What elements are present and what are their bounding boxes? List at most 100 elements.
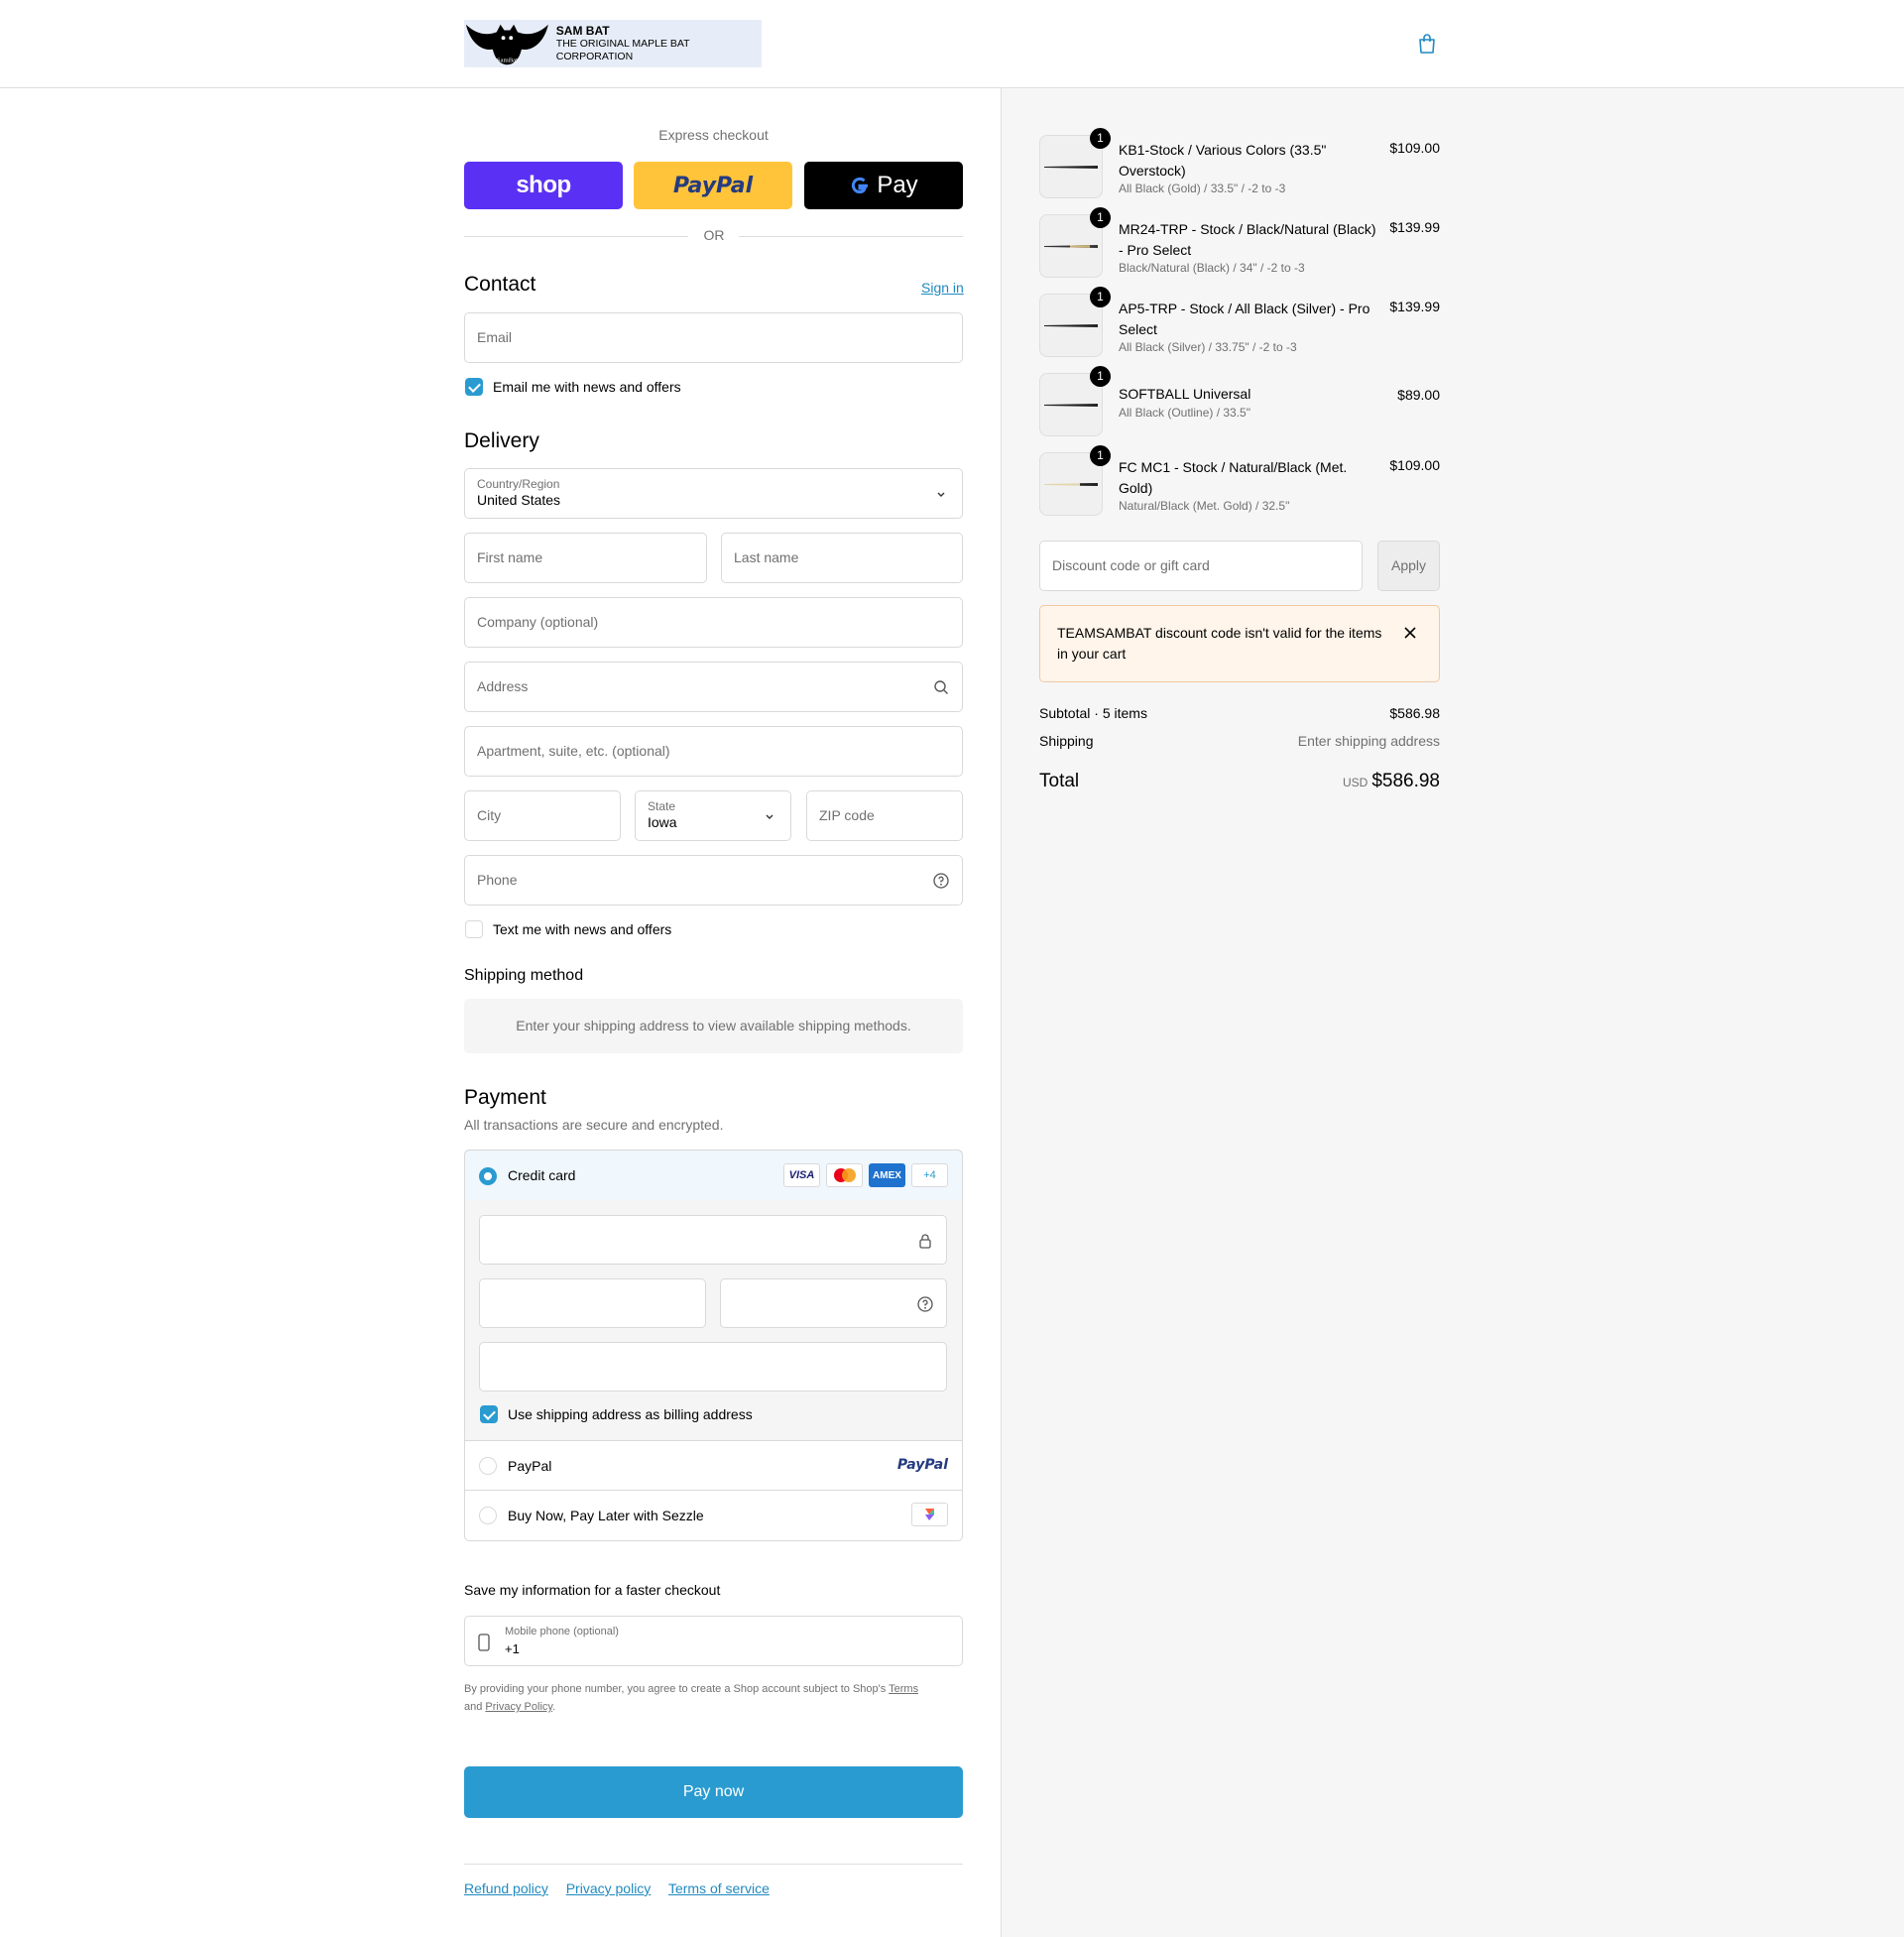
shop-pay-label: shop <box>516 172 571 198</box>
first-name-field[interactable]: First name <box>464 533 707 583</box>
shopping-bag-icon[interactable] <box>1416 33 1438 55</box>
legal-period: . <box>552 1701 556 1713</box>
company-field[interactable]: Company (optional) <box>464 597 963 648</box>
country-label: Country/Region <box>477 477 560 491</box>
sezzle-option[interactable]: Buy Now, Pay Later with Sezzle <box>465 1491 962 1540</box>
total-amount: USD $586.98 <box>1343 771 1440 792</box>
total-value: $586.98 <box>1371 771 1440 791</box>
paypal-express-button[interactable]: PayPal <box>634 162 792 209</box>
credit-card-label: Credit card <box>508 1167 576 1183</box>
logo-script: SamBat <box>497 57 518 63</box>
shipping-value: Enter shipping address <box>1297 733 1440 749</box>
billing-address-label: Use shipping address as billing address <box>508 1406 753 1422</box>
page-header: SamBat SAM BAT THE ORIGINAL MAPLE BAT CO… <box>0 0 1904 88</box>
shipping-label: Shipping <box>1039 733 1094 749</box>
product-price: $89.00 <box>1397 387 1440 403</box>
state-select[interactable]: State Iowa <box>635 790 791 841</box>
quantity-badge: 1 <box>1090 287 1111 307</box>
sam-bat-logo[interactable]: SamBat SAM BAT THE ORIGINAL MAPLE BAT CO… <box>464 20 762 67</box>
sign-in-link[interactable]: Sign in <box>921 280 964 296</box>
phone-placeholder: Phone <box>477 872 518 888</box>
privacy-policy-link[interactable]: Privacy policy <box>566 1880 652 1896</box>
help-circle-icon[interactable] <box>916 1295 934 1313</box>
terms-of-service-link[interactable]: Terms of service <box>668 1880 770 1896</box>
address-field[interactable]: Address <box>464 662 963 712</box>
mastercard-logo <box>826 1163 863 1187</box>
product-name: FC MC1 - Stock / Natural/Black (Met. Gol… <box>1119 459 1348 496</box>
subtotal-row: Subtotal · 5 items $586.98 <box>1039 705 1440 721</box>
email-field[interactable]: Email <box>464 312 963 363</box>
sezzle-option-label: Buy Now, Pay Later with Sezzle <box>508 1508 704 1523</box>
paypal-radio[interactable] <box>479 1457 497 1475</box>
card-number-field[interactable] <box>479 1215 947 1265</box>
quantity-badge: 1 <box>1090 128 1111 149</box>
phone-field[interactable]: Phone <box>464 855 963 906</box>
refund-policy-link[interactable]: Refund policy <box>464 1880 548 1896</box>
email-news-checkbox[interactable] <box>465 378 483 396</box>
footer-divider <box>464 1864 963 1865</box>
subtotal-value: $586.98 <box>1389 705 1440 721</box>
product-name: SOFTBALL Universal <box>1119 386 1251 402</box>
name-on-card-field[interactable] <box>479 1342 947 1392</box>
expiration-date-field[interactable] <box>479 1278 706 1328</box>
lock-icon <box>919 1234 931 1249</box>
state-label: State <box>648 799 676 813</box>
total-row: Total USD $586.98 <box>1039 771 1440 792</box>
apply-discount-button[interactable]: Apply <box>1377 541 1440 591</box>
zip-placeholder: ZIP code <box>819 807 875 823</box>
close-icon[interactable] <box>1403 626 1417 640</box>
shop-terms-link[interactable]: Terms <box>889 1683 918 1695</box>
subtotal-label: Subtotal · 5 items <box>1039 705 1147 721</box>
product-price: $139.99 <box>1389 299 1440 314</box>
sezzle-radio[interactable] <box>479 1507 497 1524</box>
product-price: $139.99 <box>1389 219 1440 235</box>
delivery-heading: Delivery <box>464 429 539 452</box>
google-g-icon <box>852 177 869 194</box>
security-code-field[interactable] <box>720 1278 947 1328</box>
mobile-phone-value: +1 <box>505 1641 520 1656</box>
last-name-field[interactable]: Last name <box>721 533 963 583</box>
shop-privacy-link[interactable]: Privacy Policy <box>485 1701 552 1713</box>
footer-links: Refund policy Privacy policy Terms of se… <box>464 1880 783 1896</box>
mastercard-icon <box>833 1168 856 1182</box>
billing-address-checkbox[interactable] <box>480 1405 498 1423</box>
credit-card-radio[interactable] <box>479 1167 497 1185</box>
product-variant: All Black (Silver) / 33.75" / -2 to -3 <box>1119 340 1297 354</box>
country-select[interactable]: Country/Region United States <box>464 468 963 519</box>
city-placeholder: City <box>477 807 502 823</box>
or-divider-text: OR <box>703 227 725 243</box>
cart-item: 1 AP5-TRP - Stock / All Black (Silver) -… <box>1039 287 1440 359</box>
sezzle-logo <box>911 1503 948 1526</box>
cart-item: 1 SOFTBALL Universal All Black (Outline)… <box>1039 366 1440 438</box>
mobile-phone-label: Mobile phone (optional) <box>505 1626 619 1637</box>
chevron-down-icon <box>766 814 774 819</box>
cart-item: 1 KB1-Stock / Various Colors (33.5" Over… <box>1039 128 1440 200</box>
text-news-checkbox[interactable] <box>465 920 483 938</box>
paypal-option[interactable]: PayPal PayPal <box>465 1441 962 1491</box>
amex-text: AMEX <box>873 1169 901 1181</box>
shop-pay-button[interactable]: shop <box>464 162 623 209</box>
express-checkout-label: Express checkout <box>658 127 769 143</box>
country-value: United States <box>477 492 561 508</box>
pay-now-button[interactable]: Pay now <box>464 1766 963 1818</box>
legal-and: and <box>464 1701 483 1713</box>
visa-text: VISA <box>788 1169 815 1181</box>
apartment-field[interactable]: Apartment, suite, etc. (optional) <box>464 726 963 777</box>
credit-card-option[interactable]: Credit card VISA AMEX +4 <box>465 1150 962 1201</box>
discount-placeholder: Discount code or gift card <box>1052 557 1210 573</box>
search-icon <box>934 680 948 694</box>
mobile-phone-field[interactable]: Mobile phone (optional) +1 <box>464 1616 963 1666</box>
product-variant: Natural/Black (Met. Gold) / 32.5" <box>1119 499 1290 513</box>
email-news-label: Email me with news and offers <box>493 379 681 395</box>
quantity-badge: 1 <box>1090 207 1111 228</box>
product-name: KB1-Stock / Various Colors (33.5" Overst… <box>1119 142 1327 179</box>
city-field[interactable]: City <box>464 790 621 841</box>
google-pay-button[interactable]: Pay <box>804 162 963 209</box>
contact-heading: Contact <box>464 273 536 296</box>
discount-code-field[interactable]: Discount code or gift card <box>1039 541 1363 591</box>
total-label: Total <box>1039 771 1080 791</box>
product-price: $109.00 <box>1389 140 1440 156</box>
help-circle-icon[interactable] <box>932 872 950 890</box>
zip-field[interactable]: ZIP code <box>806 790 963 841</box>
first-name-placeholder: First name <box>477 549 543 565</box>
